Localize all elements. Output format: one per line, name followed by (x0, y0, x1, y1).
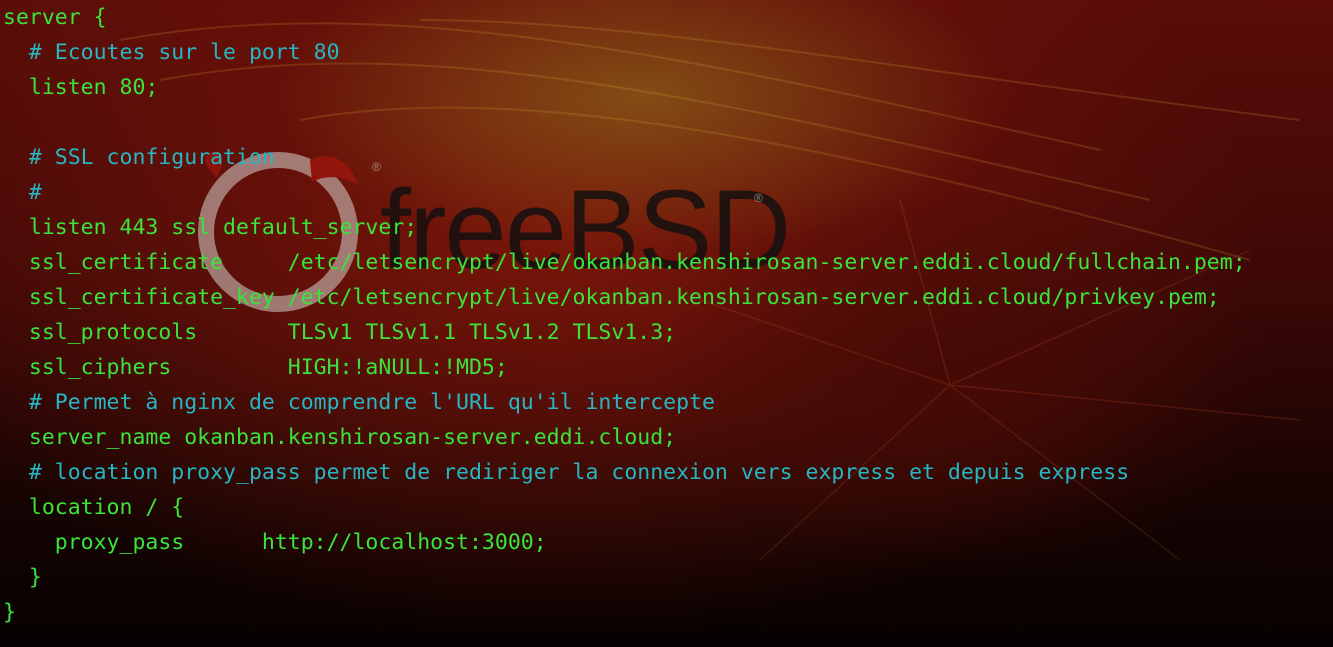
comment-line: # Ecoutes sur le port 80 (3, 40, 340, 65)
code-line: ssl_certificate /etc/letsencrypt/live/ok… (3, 250, 1246, 275)
code-line: listen 443 ssl default_server; (3, 215, 418, 240)
comment-line: # Permet à nginx de comprendre l'URL qu'… (3, 390, 715, 415)
comment-line: # location proxy_pass permet de redirige… (3, 460, 1130, 485)
code-line: server_name okanban.kenshirosan-server.e… (3, 425, 677, 450)
code-line: location / { (3, 495, 185, 520)
code-line: listen 80; (3, 75, 159, 100)
code-line: ssl_ciphers HIGH:!aNULL:!MD5; (3, 355, 508, 380)
comment-line: # SSL configuration (3, 145, 275, 170)
code-line: server { (3, 5, 107, 30)
code-line: ssl_protocols TLSv1 TLSv1.1 TLSv1.2 TLSv… (3, 320, 677, 345)
code-line: } (3, 565, 42, 590)
code-line: proxy_pass http://localhost:3000; (3, 530, 547, 555)
code-line: ssl_certificate_key /etc/letsencrypt/liv… (3, 285, 1220, 310)
terminal-window[interactable]: ® freeBSD ® server { # Ecoutes sur le po… (0, 0, 1333, 647)
code-editor[interactable]: server { # Ecoutes sur le port 80 listen… (3, 0, 1246, 630)
comment-line: # (3, 180, 42, 205)
code-line: } (3, 600, 16, 625)
